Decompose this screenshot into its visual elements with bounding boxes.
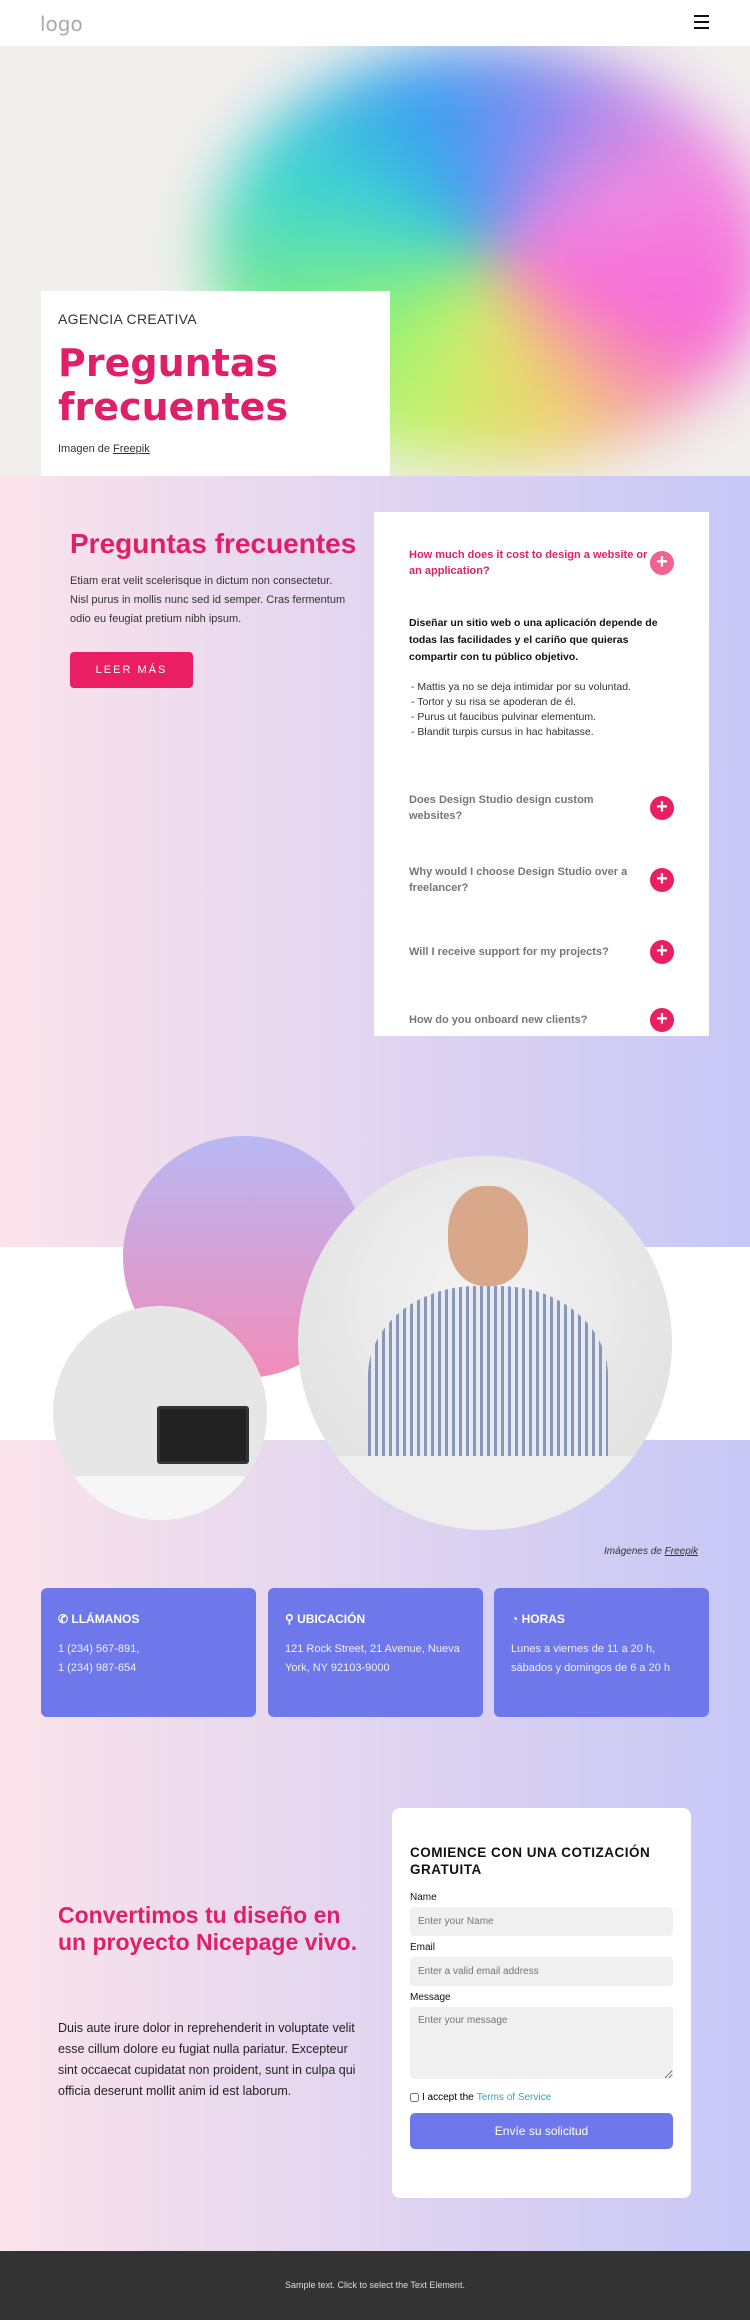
terms-link[interactable]: Terms of Service [477,2092,551,2103]
read-more-button[interactable]: LEER MÁS [70,652,193,688]
desk-photo [53,1306,267,1520]
quote-form: COMIENCE CON UNA COTIZACIÓN GRATUITA Nam… [392,1808,691,2198]
desk [298,1456,672,1530]
list-item: Blandit turpis cursus in hac habitasse. [409,725,674,740]
info-line: 121 Rock Street, 21 Avenue, Nueva [285,1643,460,1655]
header: logo [0,0,750,46]
clock-icon: ◔ [511,1612,522,1626]
hero-section: AGENCIA CREATIVA Preguntas frecuentes Im… [0,46,750,476]
plus-icon[interactable]: + [650,1008,674,1032]
freepik-link[interactable]: Freepik [113,443,150,455]
person-head [448,1186,528,1286]
info-line: sábados y domingos de 6 a 20 h [511,1662,671,1674]
plus-icon[interactable]: + [650,940,674,964]
faq-question: Does Design Studio design custom website… [409,794,594,822]
info-card-hours: ◔ HORAS Lunes a viernes de 11 a 20 h, sába… [494,1588,709,1717]
name-label: Name [410,1892,437,1903]
submit-button[interactable]: Envíe su solicitud [410,2113,673,2149]
list-item: Purus ut faucibus pulvinar elementum. [409,710,674,725]
faq-item[interactable]: Why would I choose Design Studio over a … [409,864,674,896]
message-label: Message [410,1992,451,2003]
laptop [157,1406,249,1464]
plus-icon[interactable]: + [650,868,674,892]
faq-accordion: How much does it cost to design a websit… [374,512,709,1036]
faq-item[interactable]: Does Design Studio design custom website… [409,792,674,824]
faq-question: Why would I choose Design Studio over a … [409,866,628,894]
terms-row: I accept the Terms of Service [410,2092,673,2103]
faq-question: Will I receive support for my projects? [409,946,609,958]
info-line: 1 (234) 987-654 [58,1662,137,1674]
faq-question: How much does it cost to design a websit… [409,549,648,577]
hamburger-icon[interactable] [694,15,709,29]
message-input[interactable] [410,2007,673,2079]
faq-item[interactable]: Will I receive support for my projects? + [409,940,674,964]
images-credit: Imágenes de Freepik [520,1546,698,1557]
cta-text: Duis aute irure dolor in reprehenderit i… [58,2021,356,2098]
faq-answer: Diseñar un sitio web o una aplicación de… [409,617,658,663]
list-item: Tortor y su risa se apoderan de él. [409,695,674,710]
phone-icon: ✆ [58,1612,72,1626]
image-credit: Imagen de Freepik [58,443,373,455]
footer-text[interactable]: Sample text. Click to select the Text El… [0,2251,750,2320]
info-card-location: ⚲ UBICACIÓN 121 Rock Street, 21 Avenue, N… [268,1588,483,1717]
faq-question: How do you onboard new clients? [409,1014,588,1026]
info-line: York, NY 92103-9000 [285,1662,390,1674]
plus-icon[interactable]: + [650,796,674,820]
faq-item[interactable]: How much does it cost to design a websit… [409,547,674,579]
location-pin-icon: ⚲ [285,1612,298,1626]
faq-item[interactable]: How do you onboard new clients? + [409,1008,674,1032]
freepik-link[interactable]: Freepik [665,1546,698,1557]
faq-intro-text: Etiam erat velit scelerisque in dictum n… [70,575,346,625]
terms-checkbox[interactable] [410,2093,419,2102]
form-title: COMIENCE CON UNA COTIZACIÓN GRATUITA [410,1845,651,1877]
email-input[interactable] [410,1957,673,1986]
cta-heading: Convertimos tu diseño en un proyecto Nic… [58,1902,358,1955]
credit-prefix: Imagen de [58,443,114,455]
eyebrow: AGENCIA CREATIVA [58,311,197,327]
info-title: UBICACIÓN [297,1612,366,1626]
info-line: Lunes a viernes de 11 a 20 h, [511,1643,656,1655]
info-title: LLÁMANOS [71,1612,140,1626]
man-photo [298,1156,672,1530]
info-title: HORAS [521,1612,565,1626]
list-item: Mattis ya no se deja intimidar por su vo… [409,680,674,695]
email-label: Email [410,1942,436,1953]
credit-prefix: Imágenes de [604,1546,665,1557]
terms-text: I accept the [422,2092,474,2103]
hero-card: AGENCIA CREATIVA Preguntas frecuentes Im… [41,291,390,476]
logo[interactable]: logo [40,12,83,36]
faq-heading: Preguntas frecuentes [70,528,357,559]
name-input[interactable] [410,1907,673,1936]
faq-answer-list: Mattis ya no se deja intimidar por su vo… [409,680,674,740]
page-title: Preguntas frecuentes [58,341,289,429]
info-line: 1 (234) 567-891, [58,1643,140,1655]
desk-surface [53,1476,267,1520]
plus-icon[interactable]: + [650,551,674,575]
info-card-call: ✆ LLÁMANOS 1 (234) 567-891, 1 (234) 987-65… [41,1588,256,1717]
